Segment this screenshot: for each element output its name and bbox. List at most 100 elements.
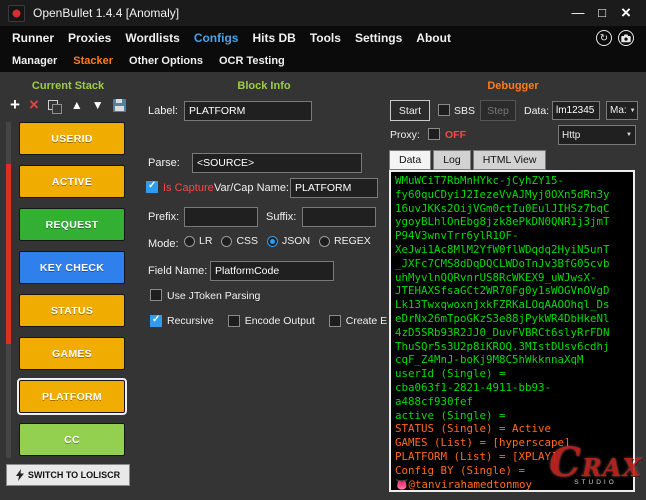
menu-item[interactable]: Tools [310,31,341,45]
field-name-input[interactable] [210,261,334,281]
menu-icons: ↻ [596,30,634,46]
titlebar: OpenBullet 1.4.4 [Anomaly] — □ × [0,0,646,26]
stack-block[interactable]: STATUS [19,294,125,327]
submenu-item[interactable]: Other Options [129,55,203,67]
submenu-item[interactable]: Manager [12,55,57,67]
menu-item[interactable]: Wordlists [125,31,179,45]
debugger-tab[interactable]: Log [433,150,471,170]
debugger-tab[interactable]: Data [389,150,431,170]
mode-option[interactable]: LR [184,235,212,247]
debugger-output[interactable]: WMuWCiT7RbMnHYkc-jCyhZY15-fy60quCDyiJ2Ie… [389,170,635,492]
minimize-icon[interactable]: — [566,0,590,26]
output-line: P94V3wnvTrr6ylR1OF- [395,229,629,243]
menu-item[interactable]: Hits DB [252,31,295,45]
parse-options: Recursive Encode Output Create E [150,315,388,327]
maximize-icon[interactable]: □ [590,0,614,26]
stack-block[interactable]: REQUEST [19,208,125,241]
wordlist-type-value: Ma: [610,105,627,116]
start-button[interactable]: Start [390,100,430,121]
label-input[interactable] [184,101,312,121]
stack-scrollbar-thumb[interactable] [6,164,11,344]
is-capture-label: Is Capture [163,182,214,194]
stack-scrollbar[interactable] [6,122,11,458]
update-check-icon[interactable]: ↻ [596,30,612,46]
stack-block[interactable]: GAMES [19,337,125,370]
option-checkbox[interactable] [150,315,162,327]
save-stack-icon[interactable] [113,99,126,112]
submenu-item[interactable]: OCR Testing [219,55,285,67]
stack-block[interactable]: KEY CHECK [19,251,125,284]
menu-item[interactable]: Runner [12,31,54,45]
lightning-icon [16,469,24,481]
chevron-down-icon: ▼ [626,132,632,138]
stack-block[interactable]: PLATFORM [19,380,125,413]
debugger-tabs: DataLogHTML View [389,150,548,170]
mode-option[interactable]: REGEX [319,235,371,247]
data-caption: Data: [524,105,549,117]
stack-block[interactable]: CC [19,423,125,456]
mode-option[interactable]: CSS [221,235,258,247]
mode-option[interactable]: JSON [267,235,310,247]
parse-option: Create E [329,315,387,327]
debugger-tab[interactable]: HTML View [473,150,547,170]
move-up-icon[interactable]: ▲ [71,98,83,112]
mode-radios: LR CSS JSON REGEX [184,235,371,247]
sbs-checkbox[interactable] [438,104,450,116]
output-line: GAMES (List) = [hyperscape] [395,436,629,450]
debugger-panel: Start SBS Step Data: Ma: ▼ Proxy: OFF Ht… [388,72,646,500]
parse-caption: Parse: [148,157,180,169]
delete-block-icon[interactable]: × [29,95,39,115]
radio-icon[interactable] [319,236,330,247]
stack-blocks: USERID ACTIVE REQUEST KEY CHECK STATUS GAMES P… [19,122,125,456]
option-label: Encode Output [245,315,315,327]
step-button[interactable]: Step [480,100,516,121]
window-title: OpenBullet 1.4.4 [Anomaly] [33,6,179,20]
debug-data-input[interactable] [552,101,600,120]
option-checkbox[interactable] [228,315,240,327]
wordlist-type-dropdown[interactable]: Ma: ▼ [606,101,638,120]
menu-item[interactable]: Settings [355,31,402,45]
mode-label: LR [199,235,212,247]
current-stack-header: Current Stack [0,80,136,92]
radio-icon[interactable] [267,236,278,247]
output-line: JTEHAXSfsaGCt2WR70Fg0y1sWOGVnOVgD [395,284,629,298]
suffix-input[interactable] [302,207,376,227]
prefix-input[interactable] [184,207,258,227]
output-line: PLATFORM (List) = [XPLAY] [395,450,629,464]
stacker-view: Current Stack Block Info Debugger + × ▲ … [0,72,646,500]
add-block-icon[interactable]: + [10,95,20,115]
output-line: WMuWCiT7RbMnHYkc-jCyhZY15- [395,174,629,188]
proxy-checkbox[interactable] [428,128,440,140]
menu-item[interactable]: Proxies [68,31,111,45]
jtoken-checkbox[interactable] [150,289,162,301]
output-line: _JXFc7CMS8dDqDQCLWDoTnJv3BfG05cvb [395,257,629,271]
chevron-down-icon: ▼ [630,108,636,114]
radio-icon[interactable] [221,236,232,247]
submenu-item[interactable]: Stacker [73,55,113,67]
output-line: fy60quCDyiJ2IezeVvAJMyj0OXn5dRn3y [395,188,629,202]
menu-item[interactable]: About [416,31,451,45]
option-checkbox[interactable] [329,315,341,327]
option-label: Recursive [167,315,214,327]
menu-item[interactable]: Configs [194,31,239,45]
parse-option: Recursive [150,315,214,327]
stack-block[interactable]: USERID [19,122,125,155]
parse-input[interactable] [192,153,362,173]
proxy-type-dropdown[interactable]: Http ▼ [558,125,636,145]
jtoken-label: Use JToken Parsing [167,290,260,302]
output-line: active (Single) = [395,409,629,423]
window-controls: — □ × [566,0,638,26]
screenshot-camera-icon[interactable] [618,30,634,46]
parse-option: Encode Output [228,315,315,327]
is-capture-checkbox[interactable] [146,181,158,193]
varcap-input[interactable] [290,178,378,198]
suffix-caption: Suffix: [266,211,296,223]
output-line: a488cf930fef [395,395,629,409]
label-caption: Label: [148,105,178,117]
stack-block[interactable]: ACTIVE [19,165,125,198]
switch-to-loliscript-button[interactable]: SWITCH TO LOLISCR [6,464,130,486]
radio-icon[interactable] [184,236,195,247]
close-icon[interactable]: × [614,0,638,26]
move-down-icon[interactable]: ▼ [92,98,104,112]
clone-block-icon[interactable] [48,100,62,110]
